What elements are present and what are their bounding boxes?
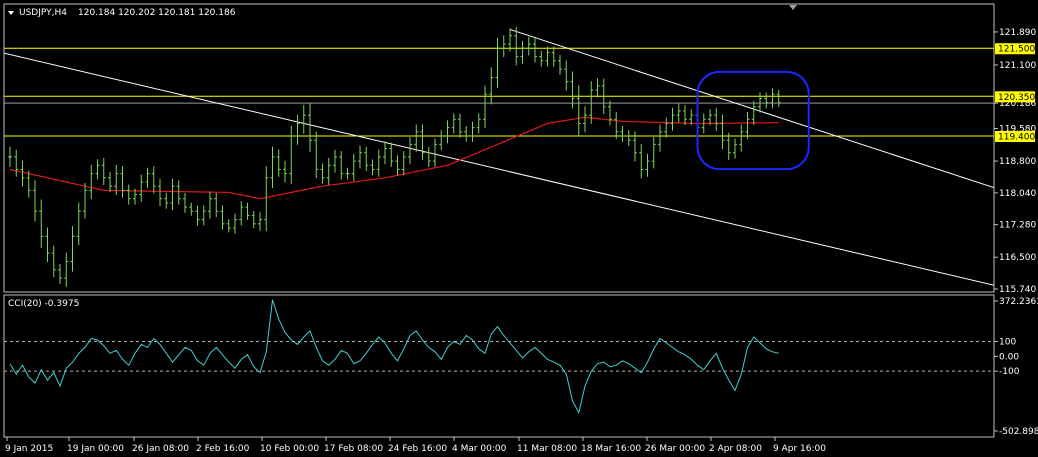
time-tick-label: 4 Mar 00:00	[452, 444, 507, 454]
time-tick-label: 24 Feb 16:00	[388, 444, 447, 454]
cci-axis: 372.2363 100 0.00 -100 -502.8983	[994, 297, 1038, 437]
time-tick-label: 2 Apr 08:00	[709, 444, 762, 454]
time-tick-label: 9 Apr 16:00	[773, 444, 826, 454]
chart-header: USDJPY,H4 120.184 120.202 120.181 120.18…	[8, 8, 236, 18]
price-tick-label: 116.500	[999, 253, 1036, 263]
cci-tick-label: 100	[999, 337, 1016, 347]
time-tick-label: 17 Feb 08:00	[324, 444, 383, 454]
time-tick-label: 2 Feb 16:00	[196, 444, 250, 454]
level-label: 119.400	[998, 133, 1035, 143]
time-axis: 9 Jan 2015 19 Jan 00:00 26 Jan 08:00 2 Feb …	[5, 437, 826, 454]
price-tick-label: 118.800	[999, 157, 1036, 167]
symbol-label: USDJPY,H4	[19, 8, 67, 18]
cci-tick-label: 0.00	[999, 352, 1019, 362]
price-tick-label: 121.100	[999, 61, 1036, 71]
time-tick-label: 9 Jan 2015	[5, 444, 53, 454]
price-tick-label: 117.280	[999, 221, 1036, 231]
price-tick-label: 118.040	[999, 189, 1036, 199]
price-panel	[3, 3, 995, 293]
cci-tick-label: -502.8983	[999, 427, 1038, 437]
time-tick-label: 26 Mar 00:00	[645, 444, 705, 454]
time-tick-label: 18 Mar 16:00	[581, 444, 641, 454]
ohlc-label: 120.184 120.202 120.181 120.186	[78, 8, 236, 18]
time-tick-label: 26 Jan 08:00	[132, 444, 189, 454]
level-label: 120.350	[998, 93, 1035, 103]
time-tick-label: 19 Jan 00:00	[67, 444, 124, 454]
time-tick-label: 11 Mar 08:00	[517, 444, 577, 454]
chart-canvas: 121.890121.100120.186119.580118.800118.0…	[3, 3, 1038, 454]
cci-tick-label: -100	[999, 367, 1020, 377]
price-axis: 121.890121.100120.186119.580118.800118.0…	[994, 28, 1036, 295]
cci-tick-label: 372.2363	[999, 297, 1038, 307]
time-tick-label: 10 Feb 00:00	[260, 444, 319, 454]
price-tick-label: 115.740	[999, 285, 1036, 295]
cci-panel	[3, 294, 995, 438]
cci-header-label: CCI(20) -0.3975	[8, 299, 79, 309]
level-label: 121.500	[998, 45, 1035, 55]
price-tick-label: 121.890	[999, 28, 1036, 38]
